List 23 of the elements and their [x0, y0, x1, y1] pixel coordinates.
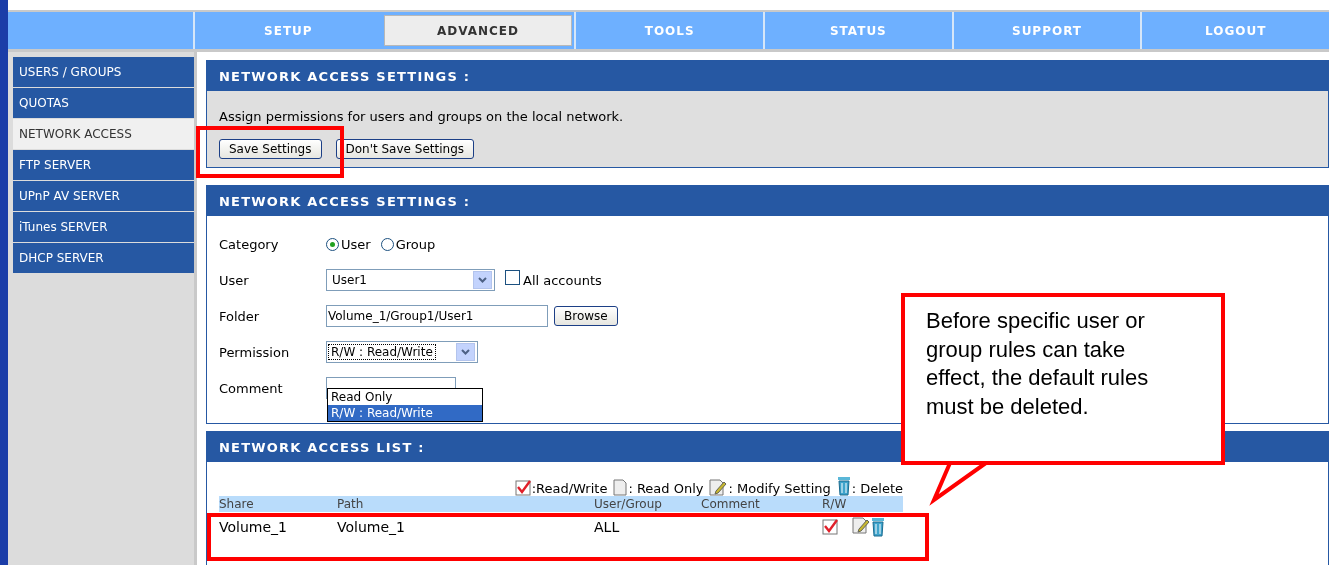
checkbox-label: All accounts	[523, 272, 602, 288]
radio-label: User	[341, 236, 371, 252]
description-text: Assign permissions for users and groups on the local network.	[219, 109, 625, 124]
table-cell-text: Volume_1	[219, 519, 288, 535]
radio-label: Group	[395, 236, 436, 252]
panel-title: NETWORK ACCESS SETTINGS :	[207, 61, 1328, 91]
field-label: User	[219, 272, 250, 288]
column-header: User/Group	[594, 497, 663, 511]
panel-title: NETWORK ACCESS SETTINGS :	[207, 186, 1328, 216]
column-header: Share	[219, 497, 255, 511]
column-header: Path	[337, 497, 365, 511]
field-label: Folder	[219, 308, 261, 324]
column-header: Comment	[701, 497, 761, 511]
table-cell-text: ALL	[594, 519, 621, 535]
column-header: R/W	[822, 497, 848, 511]
field-label: Comment	[219, 380, 284, 396]
legend-label: : Read Only	[628, 481, 704, 496]
field-label: Permission	[219, 344, 291, 360]
field-label: Category	[219, 236, 280, 252]
table-cell-text: Volume_1	[337, 519, 406, 535]
legend-label: : Modify Setting	[728, 481, 831, 496]
legend-label: : Delete	[851, 481, 903, 496]
legend-label: :Read/Write	[531, 481, 608, 496]
